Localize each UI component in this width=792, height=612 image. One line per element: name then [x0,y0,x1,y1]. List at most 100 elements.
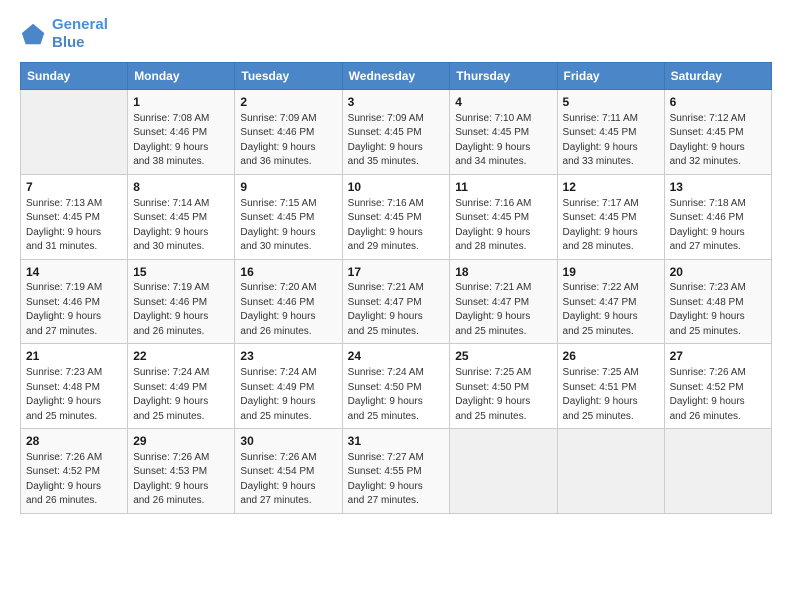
day-number: 26 [563,348,659,365]
calendar-cell: 26Sunrise: 7:25 AM Sunset: 4:51 PM Dayli… [557,344,664,429]
calendar-cell: 31Sunrise: 7:27 AM Sunset: 4:55 PM Dayli… [342,429,450,514]
calendar-week-row: 28Sunrise: 7:26 AM Sunset: 4:52 PM Dayli… [21,429,772,514]
day-number: 10 [348,179,445,196]
calendar-cell: 18Sunrise: 7:21 AM Sunset: 4:47 PM Dayli… [450,259,557,344]
day-info: Sunrise: 7:26 AM Sunset: 4:52 PM Dayligh… [670,366,766,424]
day-number: 17 [348,264,445,281]
calendar-week-row: 7Sunrise: 7:13 AM Sunset: 4:45 PM Daylig… [21,174,772,259]
day-info: Sunrise: 7:21 AM Sunset: 4:47 PM Dayligh… [455,281,551,339]
day-info: Sunrise: 7:26 AM Sunset: 4:54 PM Dayligh… [240,451,336,509]
day-info: Sunrise: 7:25 AM Sunset: 4:50 PM Dayligh… [455,366,551,424]
day-info: Sunrise: 7:26 AM Sunset: 4:52 PM Dayligh… [26,451,122,509]
calendar-cell: 9Sunrise: 7:15 AM Sunset: 4:45 PM Daylig… [235,174,342,259]
day-info: Sunrise: 7:21 AM Sunset: 4:47 PM Dayligh… [348,281,445,339]
day-info: Sunrise: 7:10 AM Sunset: 4:45 PM Dayligh… [455,112,551,170]
day-number: 5 [563,94,659,111]
calendar-day-header: Tuesday [235,63,342,90]
day-number: 30 [240,433,336,450]
calendar-day-header: Wednesday [342,63,450,90]
day-number: 27 [670,348,766,365]
day-number: 12 [563,179,659,196]
day-number: 24 [348,348,445,365]
day-number: 18 [455,264,551,281]
calendar-cell: 13Sunrise: 7:18 AM Sunset: 4:46 PM Dayli… [664,174,771,259]
day-number: 28 [26,433,122,450]
day-number: 25 [455,348,551,365]
calendar-day-header: Sunday [21,63,128,90]
calendar-cell: 16Sunrise: 7:20 AM Sunset: 4:46 PM Dayli… [235,259,342,344]
day-info: Sunrise: 7:08 AM Sunset: 4:46 PM Dayligh… [133,112,229,170]
day-info: Sunrise: 7:20 AM Sunset: 4:46 PM Dayligh… [240,281,336,339]
day-info: Sunrise: 7:23 AM Sunset: 4:48 PM Dayligh… [670,281,766,339]
day-info: Sunrise: 7:15 AM Sunset: 4:45 PM Dayligh… [240,197,336,255]
page-container: General Blue SundayMondayTuesdayWednesda… [0,0,792,524]
day-number: 9 [240,179,336,196]
day-info: Sunrise: 7:14 AM Sunset: 4:45 PM Dayligh… [133,197,229,255]
day-info: Sunrise: 7:19 AM Sunset: 4:46 PM Dayligh… [133,281,229,339]
day-info: Sunrise: 7:18 AM Sunset: 4:46 PM Dayligh… [670,197,766,255]
calendar-cell: 4Sunrise: 7:10 AM Sunset: 4:45 PM Daylig… [450,90,557,175]
calendar-cell: 19Sunrise: 7:22 AM Sunset: 4:47 PM Dayli… [557,259,664,344]
calendar-week-row: 1Sunrise: 7:08 AM Sunset: 4:46 PM Daylig… [21,90,772,175]
day-number: 29 [133,433,229,450]
calendar-cell: 24Sunrise: 7:24 AM Sunset: 4:50 PM Dayli… [342,344,450,429]
calendar-cell [21,90,128,175]
logo-icon [20,20,48,48]
calendar-cell: 10Sunrise: 7:16 AM Sunset: 4:45 PM Dayli… [342,174,450,259]
day-info: Sunrise: 7:09 AM Sunset: 4:45 PM Dayligh… [348,112,445,170]
calendar-week-row: 21Sunrise: 7:23 AM Sunset: 4:48 PM Dayli… [21,344,772,429]
day-number: 7 [26,179,122,196]
day-info: Sunrise: 7:09 AM Sunset: 4:46 PM Dayligh… [240,112,336,170]
calendar-day-header: Thursday [450,63,557,90]
day-info: Sunrise: 7:24 AM Sunset: 4:49 PM Dayligh… [133,366,229,424]
day-number: 4 [455,94,551,111]
calendar-cell: 8Sunrise: 7:14 AM Sunset: 4:45 PM Daylig… [128,174,235,259]
calendar-cell: 14Sunrise: 7:19 AM Sunset: 4:46 PM Dayli… [21,259,128,344]
day-number: 16 [240,264,336,281]
calendar-table: SundayMondayTuesdayWednesdayThursdayFrid… [20,62,772,514]
day-number: 19 [563,264,659,281]
day-number: 21 [26,348,122,365]
day-number: 8 [133,179,229,196]
day-info: Sunrise: 7:19 AM Sunset: 4:46 PM Dayligh… [26,281,122,339]
calendar-cell: 23Sunrise: 7:24 AM Sunset: 4:49 PM Dayli… [235,344,342,429]
day-info: Sunrise: 7:26 AM Sunset: 4:53 PM Dayligh… [133,451,229,509]
calendar-cell: 2Sunrise: 7:09 AM Sunset: 4:46 PM Daylig… [235,90,342,175]
day-number: 11 [455,179,551,196]
day-number: 22 [133,348,229,365]
calendar-cell: 20Sunrise: 7:23 AM Sunset: 4:48 PM Dayli… [664,259,771,344]
calendar-cell: 29Sunrise: 7:26 AM Sunset: 4:53 PM Dayli… [128,429,235,514]
day-info: Sunrise: 7:16 AM Sunset: 4:45 PM Dayligh… [455,197,551,255]
day-info: Sunrise: 7:23 AM Sunset: 4:48 PM Dayligh… [26,366,122,424]
calendar-cell: 17Sunrise: 7:21 AM Sunset: 4:47 PM Dayli… [342,259,450,344]
calendar-cell: 25Sunrise: 7:25 AM Sunset: 4:50 PM Dayli… [450,344,557,429]
calendar-cell: 22Sunrise: 7:24 AM Sunset: 4:49 PM Dayli… [128,344,235,429]
day-info: Sunrise: 7:25 AM Sunset: 4:51 PM Dayligh… [563,366,659,424]
day-info: Sunrise: 7:24 AM Sunset: 4:49 PM Dayligh… [240,366,336,424]
calendar-cell: 15Sunrise: 7:19 AM Sunset: 4:46 PM Dayli… [128,259,235,344]
day-number: 13 [670,179,766,196]
day-number: 1 [133,94,229,111]
day-number: 23 [240,348,336,365]
calendar-cell: 1Sunrise: 7:08 AM Sunset: 4:46 PM Daylig… [128,90,235,175]
day-info: Sunrise: 7:27 AM Sunset: 4:55 PM Dayligh… [348,451,445,509]
day-info: Sunrise: 7:11 AM Sunset: 4:45 PM Dayligh… [563,112,659,170]
calendar-cell: 5Sunrise: 7:11 AM Sunset: 4:45 PM Daylig… [557,90,664,175]
calendar-cell: 27Sunrise: 7:26 AM Sunset: 4:52 PM Dayli… [664,344,771,429]
header: General Blue [20,16,772,52]
day-info: Sunrise: 7:22 AM Sunset: 4:47 PM Dayligh… [563,281,659,339]
calendar-cell: 30Sunrise: 7:26 AM Sunset: 4:54 PM Dayli… [235,429,342,514]
calendar-cell: 3Sunrise: 7:09 AM Sunset: 4:45 PM Daylig… [342,90,450,175]
calendar-day-header: Friday [557,63,664,90]
day-info: Sunrise: 7:12 AM Sunset: 4:45 PM Dayligh… [670,112,766,170]
day-number: 15 [133,264,229,281]
day-number: 14 [26,264,122,281]
day-number: 2 [240,94,336,111]
calendar-cell: 21Sunrise: 7:23 AM Sunset: 4:48 PM Dayli… [21,344,128,429]
calendar-cell: 12Sunrise: 7:17 AM Sunset: 4:45 PM Dayli… [557,174,664,259]
day-number: 20 [670,264,766,281]
day-number: 31 [348,433,445,450]
logo-text: General Blue [52,16,108,52]
calendar-header-row: SundayMondayTuesdayWednesdayThursdayFrid… [21,63,772,90]
day-number: 6 [670,94,766,111]
